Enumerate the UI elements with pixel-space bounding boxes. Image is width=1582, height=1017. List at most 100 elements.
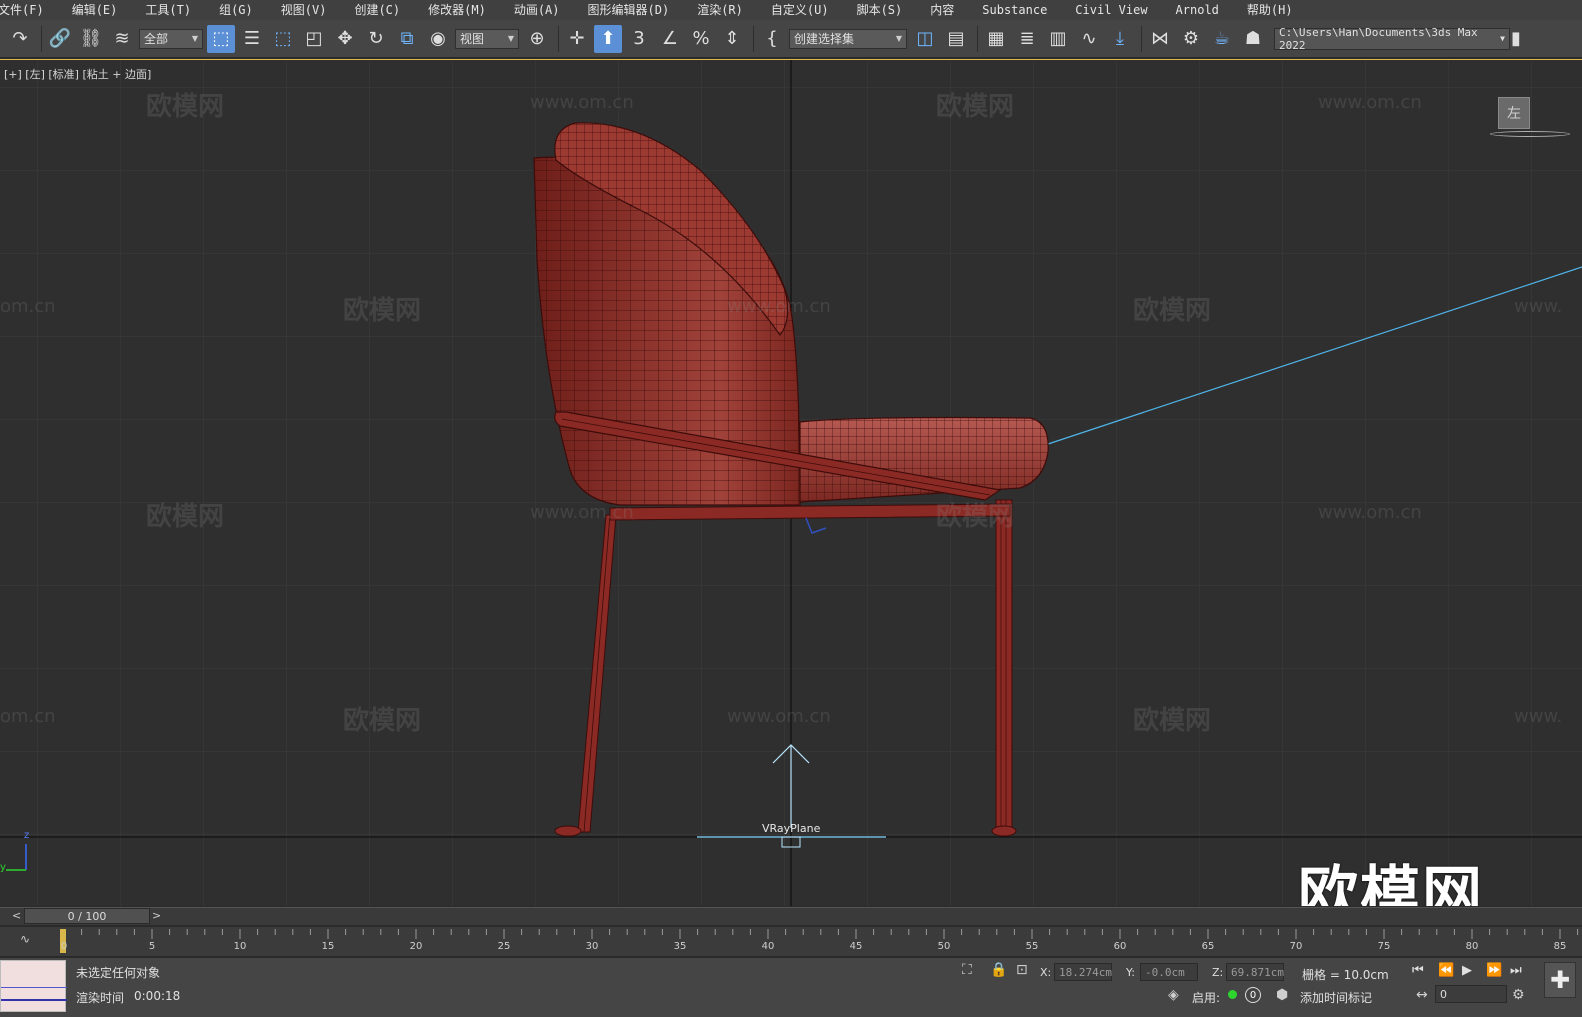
menu-view[interactable]: 视图(V) [267,0,341,20]
spinner-snap-icon[interactable]: ⇕ [718,25,746,53]
reference-coordinate-dropdown[interactable]: 视图 ▼ [455,28,519,49]
percent-snap-icon[interactable]: % [687,25,715,53]
time-slider-value: 0 / 100 [67,909,107,923]
previous-frame-icon[interactable]: ⏪ [1438,963,1454,978]
rotate-icon[interactable]: ↻ [362,25,390,53]
ribbon-toggle-icon[interactable]: ▥ [1044,25,1072,53]
vrayplane-label: VRayPlane [762,822,821,835]
time-prev-arrow-icon[interactable]: < [12,909,21,922]
time-tag-icon[interactable]: ⬢ [1276,987,1288,1003]
selection-filter-dropdown[interactable]: 全部 ▼ [139,28,203,49]
watermark: 欧模网 [343,296,422,326]
menu-graph-editors[interactable]: 图形编辑器(D) [574,0,684,20]
redo-icon[interactable]: ↷ [6,25,34,53]
menu-civil-view[interactable]: Civil View [1061,0,1161,20]
select-by-name-icon[interactable]: ☰ [238,25,266,53]
menu-scripting[interactable]: 脚本(S) [843,0,917,20]
x-coord-field[interactable]: 18.274cm [1054,963,1112,981]
menu-modifiers[interactable]: 修改器(M) [414,0,500,20]
tick-label: 5 [148,941,156,952]
brand-watermark: 欧模网 [1298,860,1484,906]
mirror-icon[interactable]: ◫ [911,25,939,53]
time-slider[interactable]: 0 / 100 [24,908,150,924]
project-folder-icon[interactable]: ▮ [1510,25,1522,53]
toolbar-separator [1141,25,1142,52]
axis-z-label: z [24,830,30,841]
viewcube-compass-ring[interactable] [1490,131,1570,137]
edit-named-selection-icon[interactable]: { [758,25,786,53]
move-icon[interactable]: ✥ [331,25,359,53]
chevron-down-icon: ▼ [1500,34,1505,43]
tick-label: 15 [321,941,335,952]
menu-tools[interactable]: 工具(T) [131,0,205,20]
key-mode-icon[interactable]: ↔ [1416,987,1428,1003]
current-frame-field[interactable]: 0 [1435,985,1507,1003]
add-viewport-button[interactable]: ✚ [1544,962,1576,998]
render-production-icon[interactable]: ☗ [1239,25,1267,53]
toolbar-separator [977,25,978,52]
isolate-selection-icon[interactable]: ⛶ [962,962,972,978]
scale-icon[interactable]: ⧉ [393,25,421,53]
material-editor-icon[interactable]: ⋈ [1146,25,1174,53]
z-coord-field[interactable]: 69.871cm [1226,963,1284,981]
next-frame-icon[interactable]: ⏩ [1486,963,1502,978]
selection-lock-icon[interactable]: 🔒 [990,962,1007,978]
place-icon[interactable]: ◉ [424,25,452,53]
go-to-start-icon[interactable]: ⏮ [1412,963,1424,978]
listener-line [1,987,67,988]
play-icon[interactable]: ▶ [1462,963,1472,978]
menu-substance[interactable]: Substance [968,0,1061,20]
bind-space-warp-icon[interactable]: ≋ [108,25,136,53]
menu-edit[interactable]: 编辑(E) [58,0,132,20]
snap-toggle-icon[interactable]: 3 [625,25,653,53]
enable-badge-value: 0 [1249,989,1257,1001]
project-path-dropdown[interactable]: C:\Users\Han\Documents\3ds Max 2022 ▼ [1274,25,1510,52]
absolute-mode-icon[interactable]: ⊡ [1016,962,1028,978]
menu-rendering[interactable]: 渲染(R) [683,0,757,20]
tick-label: 85 [1553,941,1567,952]
select-manipulate-icon[interactable]: ✛ [563,25,591,53]
time-next-arrow-icon[interactable]: > [152,909,161,922]
z-coord-label: Z: [1212,966,1224,979]
rendered-frame-window-icon[interactable]: ☕ [1208,25,1236,53]
viewcube[interactable]: 左 [1498,97,1530,129]
scene-explorer-icon[interactable]: ▦ [982,25,1010,53]
y-coord-value: -0.0cm [1145,965,1185,979]
menu-group[interactable]: 组(G) [205,0,267,20]
menu-help[interactable]: 帮助(H) [1233,0,1307,20]
rectangular-selection-icon[interactable]: ⬚ [269,25,297,53]
tick-label: 55 [1025,941,1039,952]
select-object-icon[interactable]: ⬚ [207,24,235,53]
chevron-down-icon: ▼ [507,34,514,43]
menu-arnold[interactable]: Arnold [1162,0,1233,20]
align-icon[interactable]: ▤ [942,25,970,53]
layer-explorer-icon[interactable]: ≣ [1013,25,1041,53]
adaptive-degradation-icon[interactable]: ◈ [1168,987,1179,1003]
project-path-value: C:\Users\Han\Documents\3ds Max 2022 [1279,25,1478,52]
time-config-icon[interactable]: ⚙ [1512,987,1525,1003]
named-selection-dropdown[interactable]: 创建选择集 ▼ [789,28,907,49]
maxscript-mini-listener[interactable] [0,960,67,1012]
track-bar[interactable]: ∿ 0 5 10 15 20 25 30 35 40 45 50 55 60 6… [0,926,1582,956]
menu-create[interactable]: 创建(C) [340,0,414,20]
menu-content[interactable]: 内容 [916,0,968,20]
keyboard-shortcut-override-icon[interactable]: ⬆ [594,24,622,53]
menu-file[interactable]: 文件(F) [0,0,58,20]
menu-customize[interactable]: 自定义(U) [757,0,843,20]
render-setup-icon[interactable]: ⚙ [1177,25,1205,53]
unlink-icon[interactable]: ⛓ [77,25,105,53]
toolbar-separator [753,25,754,52]
y-coord-field[interactable]: -0.0cm [1140,963,1198,981]
add-time-tag-button[interactable]: 添加时间标记 [1300,989,1372,1006]
link-icon[interactable]: 🔗 [46,25,74,53]
schematic-view-icon[interactable]: ⤓ [1106,25,1134,53]
angle-snap-icon[interactable]: ∠ [656,25,684,53]
pivot-center-icon[interactable]: ⊕ [523,25,551,53]
left-viewport[interactable]: [+] [左] [标准] [粘土 + 边面] 欧模网 www.om.cn 欧模网… [0,59,1582,906]
window-crossing-icon[interactable]: ◰ [300,25,328,53]
menu-animation[interactable]: 动画(A) [500,0,574,20]
go-to-end-icon[interactable]: ⏭ [1510,963,1522,978]
tick-label: 75 [1377,941,1391,952]
viewport-label[interactable]: [+] [左] [标准] [粘土 + 边面] [4,66,151,82]
curve-editor-icon[interactable]: ∿ [1075,25,1103,53]
